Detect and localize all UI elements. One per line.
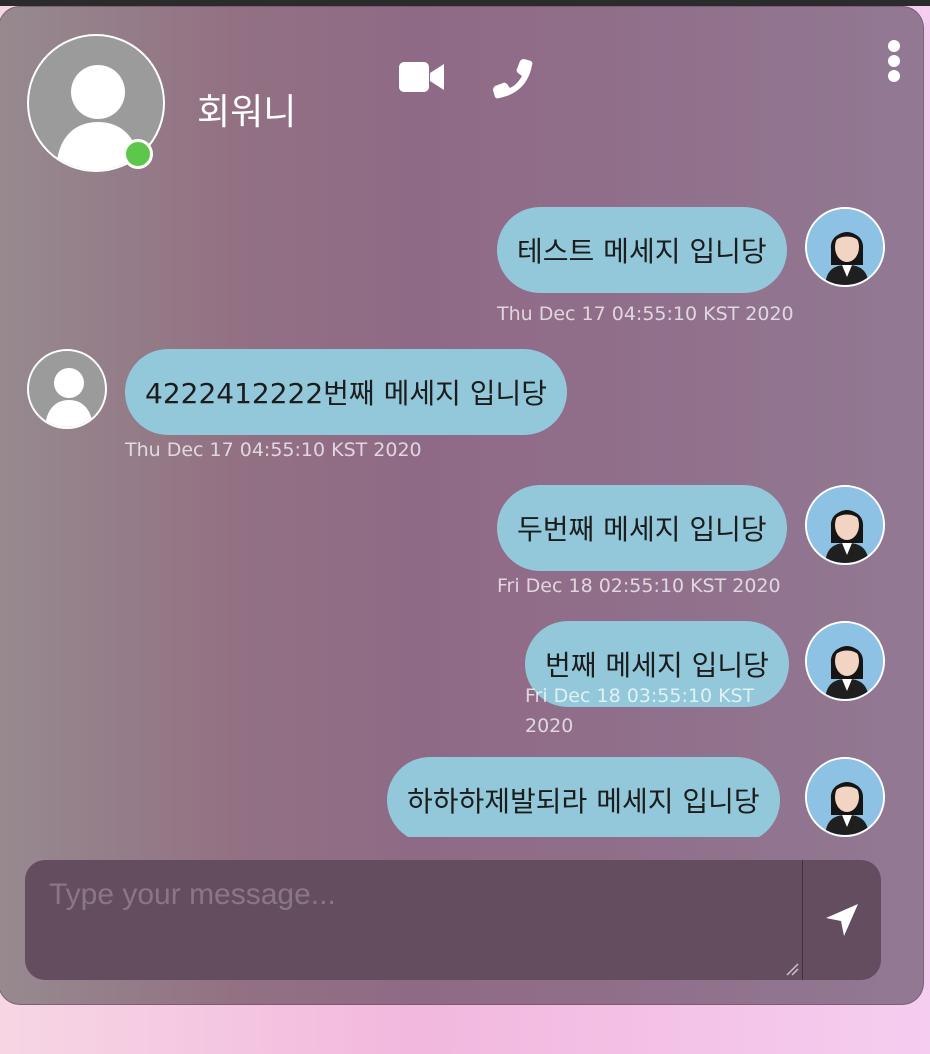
my-avatar <box>805 207 885 287</box>
message-text: 두번째 메세지 입니당 <box>517 513 767 546</box>
more-vertical-icon[interactable] <box>883 39 905 85</box>
message-timestamp: Thu Dec 17 04:55:10 KST 2020 <box>125 439 422 461</box>
chat-header: 회워니 <box>0 7 923 197</box>
my-avatar <box>805 621 885 701</box>
online-status-indicator <box>123 139 153 169</box>
message-input[interactable] <box>25 860 803 980</box>
message-text: 하하하제발되라 메세지 입니당 <box>407 785 760 818</box>
message-timestamp: Fri Dec 18 03:55:10 KST 2020 <box>525 685 755 737</box>
message-timestamp: Fri Dec 18 02:55:10 KST 2020 <box>497 575 781 597</box>
message-composer <box>25 860 881 980</box>
contact-name: 회워니 <box>197 92 297 133</box>
chat-window: 회워니 테스트 메세지 입니당 Thu Dec 17 04:55:10 KST … <box>0 6 924 1005</box>
profile-photo-icon <box>807 209 883 285</box>
profile-photo-icon <box>807 623 883 699</box>
message-text: 번째 메세지 입니당 <box>545 649 769 682</box>
send-button[interactable] <box>803 860 881 980</box>
sent-message-bubble: 하하하제발되라 메세지 입니당 <box>387 757 780 837</box>
video-camera-icon[interactable] <box>399 59 445 95</box>
my-avatar <box>805 757 885 837</box>
message-list[interactable]: 테스트 메세지 입니당 Thu Dec 17 04:55:10 KST 2020… <box>0 197 923 837</box>
contact-avatar-small <box>27 349 107 429</box>
my-avatar <box>805 485 885 565</box>
resize-grip-icon[interactable] <box>785 962 799 976</box>
message-text: 테스트 메세지 입니당 <box>517 235 767 268</box>
sent-message-bubble: 테스트 메세지 입니당 <box>497 207 787 293</box>
phone-icon[interactable] <box>491 57 533 99</box>
received-message-bubble: 4222412222번째 메세지 입니당 <box>125 349 568 435</box>
message-text: 4222412222번째 메세지 입니당 <box>145 377 548 410</box>
send-arrow-icon <box>826 904 858 936</box>
profile-photo-icon <box>807 487 883 563</box>
default-user-icon <box>45 368 93 427</box>
sent-message-bubble: 두번째 메세지 입니당 <box>497 485 787 571</box>
profile-photo-icon <box>807 759 883 835</box>
message-timestamp: Thu Dec 17 04:55:10 KST 2020 <box>497 303 794 325</box>
